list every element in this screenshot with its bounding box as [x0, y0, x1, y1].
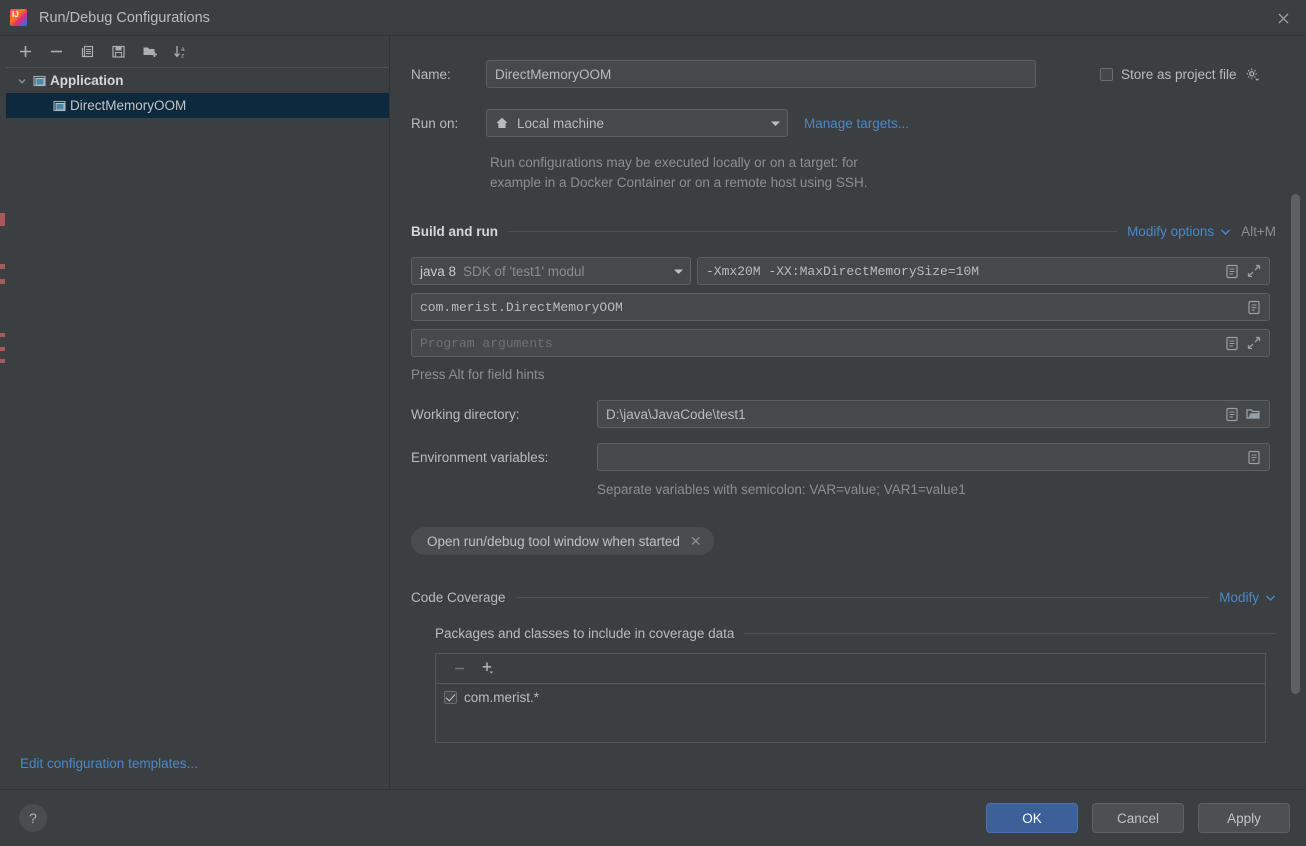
- dialog-footer: ? OK Cancel Apply: [0, 789, 1306, 846]
- working-directory-value: D:\java\JavaCode\test1: [606, 406, 746, 422]
- coverage-package-checkbox[interactable]: [444, 690, 457, 704]
- home-icon: [495, 116, 509, 130]
- chevron-down-icon[interactable]: [1265, 590, 1276, 605]
- run-on-dropdown[interactable]: Local machine: [486, 109, 788, 137]
- insert-macro-icon[interactable]: [1222, 405, 1241, 424]
- environment-variables-input[interactable]: [597, 443, 1270, 471]
- svg-text:z: z: [181, 53, 184, 60]
- coverage-package-label: com.merist.*: [464, 689, 540, 705]
- insert-macro-icon[interactable]: [1222, 334, 1241, 353]
- coverage-package-item[interactable]: com.merist.*: [436, 684, 1265, 710]
- window-title: Run/Debug Configurations: [39, 9, 210, 26]
- save-configuration-button[interactable]: [105, 39, 132, 65]
- main-class-value: com.merist.DirectMemoryOOM: [420, 299, 623, 315]
- sidebar-item-label: DirectMemoryOOM: [70, 98, 187, 113]
- content-scrollbar[interactable]: [1291, 194, 1300, 694]
- open-tool-window-chip[interactable]: Open run/debug tool window when started …: [411, 527, 714, 555]
- tree-group-application[interactable]: Application: [6, 68, 389, 93]
- expand-field-icon[interactable]: [1244, 262, 1263, 281]
- edit-configuration-templates-link[interactable]: Edit configuration templates...: [20, 756, 198, 771]
- name-label: Name:: [411, 66, 451, 82]
- jdk-secondary-label: SDK of 'test1' modul: [463, 263, 585, 279]
- plus-icon: [20, 46, 31, 57]
- build-and-run-title: Build and run: [411, 224, 498, 239]
- jdk-dropdown[interactable]: java 8 SDK of 'test1' modul: [411, 257, 691, 285]
- application-icon: [50, 99, 70, 113]
- coverage-packages-title: Packages and classes to include in cover…: [435, 626, 735, 641]
- name-input[interactable]: DirectMemoryOOM: [486, 60, 1036, 88]
- jdk-primary-label: java 8: [420, 263, 457, 279]
- modify-options-shortcut: Alt+M: [1241, 224, 1276, 239]
- run-on-hint-line-2: example in a Docker Container or on a re…: [490, 175, 868, 190]
- copy-configuration-button[interactable]: [74, 39, 101, 65]
- add-package-button[interactable]: [475, 656, 502, 682]
- store-as-project-file-checkbox[interactable]: [1100, 67, 1113, 81]
- plus-dropdown-icon: [482, 662, 494, 674]
- window-titlebar: Run/Debug Configurations: [0, 0, 1306, 36]
- coverage-packages-box: com.merist.*: [435, 653, 1266, 743]
- section-divider: [515, 597, 1210, 598]
- sidebar-toolbar: a z: [6, 36, 389, 68]
- open-tool-window-chip-label: Open run/debug tool window when started: [427, 533, 680, 549]
- tree-group-label: Application: [50, 73, 124, 88]
- manage-targets-link[interactable]: Manage targets...: [804, 116, 909, 131]
- insert-macro-icon[interactable]: [1222, 262, 1241, 281]
- run-on-label: Run on:: [411, 115, 459, 131]
- apply-button[interactable]: Apply: [1198, 803, 1290, 833]
- field-hints-text: Press Alt for field hints: [411, 367, 545, 382]
- chevron-down-icon[interactable]: [14, 76, 30, 86]
- sort-configurations-button[interactable]: a z: [167, 39, 194, 65]
- configurations-sidebar: a z Application DirectMemoryOOM Edit con…: [6, 36, 390, 789]
- section-divider: [744, 633, 1276, 634]
- configurations-tree: Application DirectMemoryOOM: [6, 68, 389, 118]
- browse-folder-icon[interactable]: [1244, 405, 1263, 424]
- name-input-value: DirectMemoryOOM: [495, 66, 612, 82]
- sidebar-item-directmemoryoom[interactable]: DirectMemoryOOM: [6, 93, 389, 118]
- section-divider: [508, 231, 1118, 232]
- chevron-down-icon[interactable]: [1220, 224, 1231, 239]
- sort-alphabetically-icon: a z: [173, 46, 185, 60]
- chevron-down-icon: [762, 116, 781, 131]
- intellij-idea-logo-icon: [10, 9, 27, 26]
- new-folder-button[interactable]: [136, 39, 163, 65]
- expand-field-icon[interactable]: [1244, 334, 1263, 353]
- configuration-editor-panel: Name: DirectMemoryOOM Store as project f…: [391, 36, 1306, 789]
- save-icon: [112, 45, 125, 58]
- help-button[interactable]: ?: [19, 804, 47, 832]
- code-coverage-title: Code Coverage: [411, 590, 506, 605]
- copy-icon: [81, 45, 94, 58]
- working-directory-label: Working directory:: [411, 406, 520, 422]
- coverage-list-toolbar: [436, 654, 1265, 684]
- help-icon: ?: [29, 810, 37, 826]
- insert-macro-icon[interactable]: [1244, 298, 1263, 317]
- remove-package-button[interactable]: [446, 656, 473, 682]
- insert-macro-icon[interactable]: [1244, 448, 1263, 467]
- vm-options-input[interactable]: -Xmx20M -XX:MaxDirectMemorySize=10M: [697, 257, 1270, 285]
- gear-icon[interactable]: [1245, 67, 1260, 82]
- environment-variables-hint: Separate variables with semicolon: VAR=v…: [597, 482, 966, 497]
- program-arguments-placeholder: Program arguments: [420, 335, 553, 351]
- minus-icon: [455, 667, 464, 670]
- close-icon[interactable]: ✕: [690, 533, 702, 550]
- remove-configuration-button[interactable]: [43, 39, 70, 65]
- ok-button[interactable]: OK: [986, 803, 1078, 833]
- application-icon: [30, 74, 50, 88]
- program-arguments-input[interactable]: Program arguments: [411, 329, 1270, 357]
- add-configuration-button[interactable]: [12, 39, 39, 65]
- main-class-input[interactable]: com.merist.DirectMemoryOOM: [411, 293, 1270, 321]
- modify-options-link[interactable]: Modify options: [1127, 224, 1214, 239]
- store-as-project-file-label: Store as project file: [1121, 66, 1237, 82]
- code-coverage-modify-link[interactable]: Modify: [1219, 590, 1259, 605]
- cancel-button[interactable]: Cancel: [1092, 803, 1184, 833]
- minus-icon: [51, 50, 62, 53]
- working-directory-input[interactable]: D:\java\JavaCode\test1: [597, 400, 1270, 428]
- chevron-down-icon: [665, 264, 684, 279]
- environment-variables-label: Environment variables:: [411, 449, 549, 465]
- vm-options-value: -Xmx20M -XX:MaxDirectMemorySize=10M: [706, 263, 980, 279]
- run-on-hint-line-1: Run configurations may be executed local…: [490, 155, 858, 170]
- run-on-value: Local machine: [517, 115, 605, 131]
- close-window-button[interactable]: [1260, 0, 1306, 36]
- close-icon: [1278, 13, 1288, 23]
- folder-add-icon: [143, 47, 157, 57]
